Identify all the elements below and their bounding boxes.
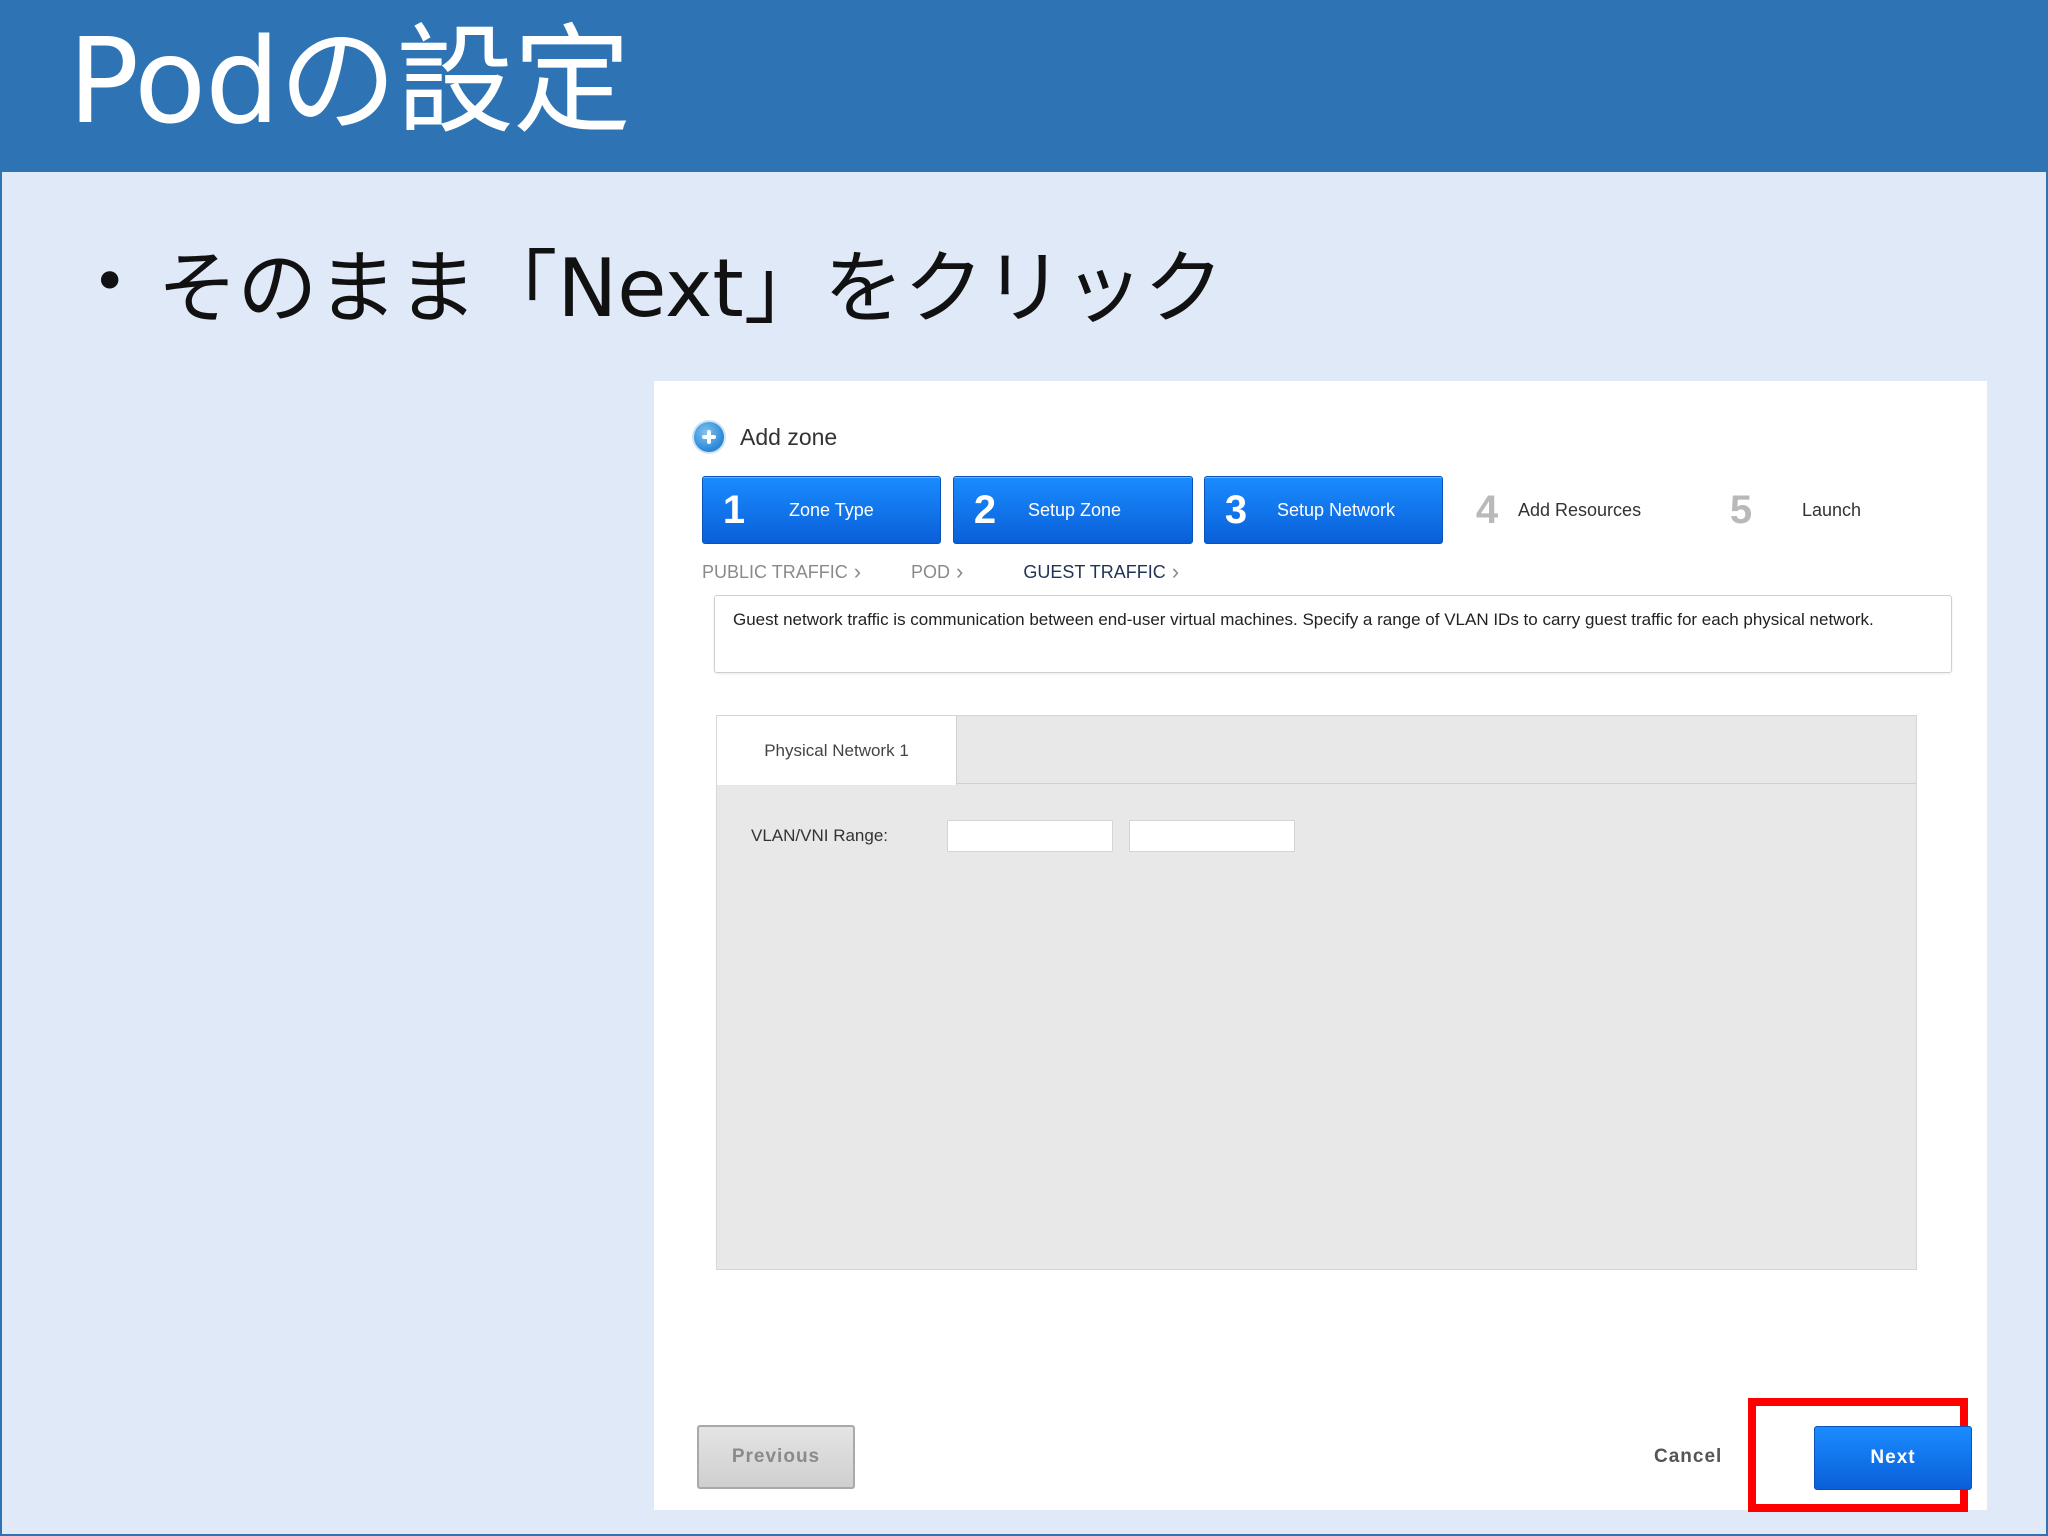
step-label: Launch xyxy=(1802,499,1862,520)
add-circle-icon xyxy=(692,420,726,454)
step-setup-network[interactable]: 3 Setup Network xyxy=(1204,476,1443,544)
cancel-button[interactable]: Cancel xyxy=(1654,1441,1722,1473)
chevron-right-icon: › xyxy=(853,559,862,584)
step-add-resources[interactable]: 4 Add Resources xyxy=(1456,476,1676,544)
step-label: Setup Zone xyxy=(1028,499,1122,520)
breadcrumb-guest-traffic[interactable]: GUEST TRAFFIC › xyxy=(1023,559,1179,585)
step-zone-type[interactable]: 1 Zone Type xyxy=(702,476,941,544)
step-launch[interactable]: 5 Launch xyxy=(1710,476,1910,544)
step-number: 3 xyxy=(1224,487,1248,532)
step-label: Setup Network xyxy=(1277,499,1396,520)
step-number: 4 xyxy=(1475,487,1499,532)
traffic-breadcrumb: PUBLIC TRAFFIC › POD › GUEST TRAFFIC › xyxy=(702,557,1239,587)
dialog-header: Add zone xyxy=(692,417,837,457)
breadcrumb-label: GUEST TRAFFIC xyxy=(1023,561,1166,582)
bullet-dot-icon: • xyxy=(92,247,128,317)
tab-strip: Physical Network 1 xyxy=(717,716,1916,785)
step-number: 5 xyxy=(1729,487,1753,532)
physical-network-panel: Physical Network 1 VLAN/VNI Range: xyxy=(716,715,1917,1270)
info-description: Guest network traffic is communication b… xyxy=(714,595,1952,673)
step-number: 1 xyxy=(722,487,746,532)
tab-physical-network-1[interactable]: Physical Network 1 xyxy=(717,716,957,785)
previous-button[interactable]: Previous xyxy=(697,1425,855,1489)
next-button[interactable]: Next xyxy=(1814,1426,1972,1490)
vlan-range-label: VLAN/VNI Range: xyxy=(751,826,889,845)
vlan-range-end-input[interactable] xyxy=(1129,820,1295,852)
wizard-steps: 1 Zone Type 2 Setup Zone 3 Setup Network… xyxy=(702,476,1962,544)
bullet-text: そのまま「Next」をクリック xyxy=(157,242,1224,335)
vlan-range-start-input[interactable] xyxy=(947,820,1113,852)
step-number: 2 xyxy=(973,487,997,532)
bullet-item: • そのまま「Next」をクリック xyxy=(92,232,1224,335)
step-setup-zone[interactable]: 2 Setup Zone xyxy=(953,476,1193,544)
slide-header: Podの設定 xyxy=(0,0,2048,172)
breadcrumb-label: POD xyxy=(911,561,951,582)
step-label: Add Resources xyxy=(1518,499,1642,520)
chevron-right-icon: › xyxy=(1171,559,1180,584)
vlan-range-row: VLAN/VNI Range: xyxy=(751,820,1311,852)
chevron-right-icon: › xyxy=(956,559,964,584)
breadcrumb-label: PUBLIC TRAFFIC xyxy=(702,561,848,582)
breadcrumb-pod[interactable]: POD › xyxy=(911,559,963,585)
breadcrumb-public-traffic[interactable]: PUBLIC TRAFFIC › xyxy=(702,559,861,585)
step-label: Zone Type xyxy=(789,499,874,520)
slide-title: Podの設定 xyxy=(68,12,631,150)
dialog-title: Add zone xyxy=(740,423,838,450)
add-zone-dialog: Add zone 1 Zone Type 2 Setup Zone 3 Setu… xyxy=(654,381,1987,1512)
